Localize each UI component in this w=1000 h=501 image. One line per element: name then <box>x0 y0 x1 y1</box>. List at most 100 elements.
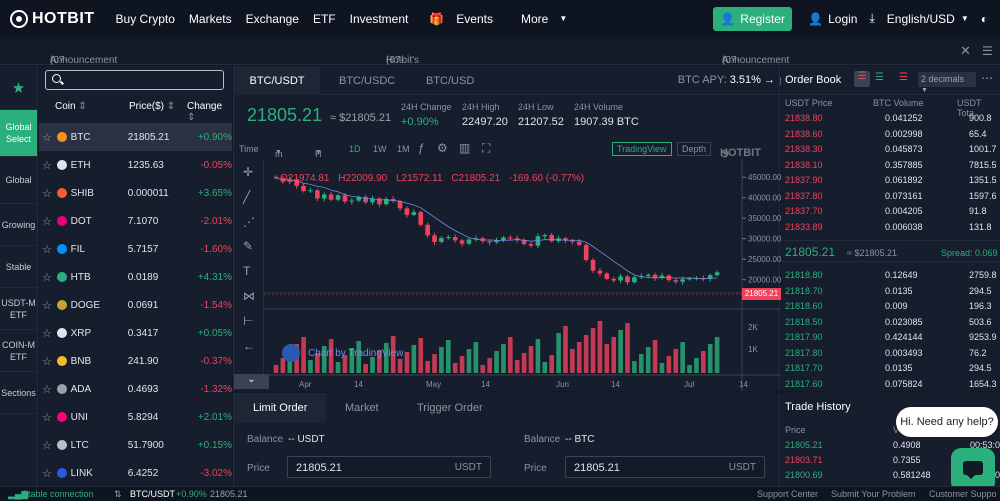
fullscreen-icon[interactable]: ⛶ <box>482 141 490 156</box>
measure-icon[interactable]: ⊢ <box>243 314 253 328</box>
search-input[interactable] <box>45 70 224 90</box>
ask-row[interactable]: 21837.90 0.061892 1351.5 <box>781 175 1000 188</box>
pattern-icon[interactable]: ⋈ <box>243 289 255 303</box>
favorite-star-icon[interactable]: ☆ <box>42 271 56 284</box>
favorite-star-icon[interactable]: ☆ <box>42 187 56 200</box>
sell-price-input[interactable]: 21805.21 USDT <box>565 456 765 478</box>
tab-limit-order[interactable]: Limit Order <box>234 393 327 423</box>
bid-row[interactable]: 21818.60 0.009 196.3 <box>781 301 1000 314</box>
nav-investment[interactable]: Investment <box>350 12 409 26</box>
favorite-star-icon[interactable]: ☆ <box>42 215 56 228</box>
ask-row[interactable]: 21838.80 0.041252 900.8 <box>781 113 1000 126</box>
interval-time[interactable]: Time <box>239 144 259 154</box>
coin-row[interactable]: ☆ DOGE 0.0691 -1.54% <box>39 291 232 319</box>
tab-btc-usdt[interactable]: BTC/USDT <box>234 66 320 95</box>
nav-markets[interactable]: Markets <box>189 12 232 26</box>
sidebar-item-global[interactable]: Global <box>0 157 37 204</box>
favorite-star-icon[interactable]: ☆ <box>42 327 56 340</box>
back-arrow-icon[interactable]: ← <box>243 339 255 353</box>
tab-market[interactable]: Market <box>345 393 379 423</box>
list-icon[interactable]: ☰ <box>982 44 993 58</box>
favorite-star-icon[interactable]: ☆ <box>42 299 56 312</box>
chart-type-icon[interactable]: ▥ <box>459 141 470 155</box>
hotbit-logo[interactable]: HOTBIT <box>10 9 95 28</box>
ask-row[interactable]: 21838.10 0.357885 7815.5 <box>781 160 1000 173</box>
interval-1d[interactable]: 1D <box>349 144 361 154</box>
chat-bubble[interactable]: Hi. Need any help? <box>896 407 998 437</box>
trendline-icon[interactable]: ╱ <box>243 190 250 204</box>
sidebar-item-stable[interactable]: Stable <box>0 246 37 288</box>
fib-icon[interactable]: ⋰ <box>243 215 255 229</box>
coin-row[interactable]: ☆ BTC 21805.21 +0.90% <box>39 123 232 151</box>
sidebar-item-usdt-m-etf[interactable]: USDT-M ETF <box>0 288 37 330</box>
sidebar-item-global-select[interactable]: Global Select <box>0 110 37 157</box>
text-tool-icon[interactable]: T <box>243 264 250 278</box>
footer-submit-problem[interactable]: Submit Your Problem <box>831 489 916 499</box>
nav-exchange[interactable]: Exchange <box>246 12 299 26</box>
view-bids-icon[interactable]: ☰ <box>875 72 884 83</box>
bid-row[interactable]: 21818.70 0.0135 294.5 <box>781 286 1000 299</box>
bid-row[interactable]: 21817.80 0.003493 76.2 <box>781 348 1000 361</box>
tab-btc-usdc[interactable]: BTC/USDC <box>339 66 395 95</box>
nav-events[interactable]: 🎁 Events <box>422 12 500 26</box>
footer-pair[interactable]: BTC/USDT <box>130 489 175 499</box>
col-header-change[interactable]: Change ⇕ <box>187 101 232 123</box>
btc-apy[interactable]: BTC APY: 3.51% → <box>678 74 775 86</box>
coin-row[interactable]: ☆ HTB 0.0189 +4.31% <box>39 263 232 291</box>
tradingview-button[interactable]: TradingView <box>612 142 672 156</box>
coin-row[interactable]: ☆ FIL 5.7157 -1.60% <box>39 235 232 263</box>
view-asks-icon[interactable]: ☰ <box>899 72 908 83</box>
language-selector[interactable]: English/USD ▼ <box>887 12 969 26</box>
close-icon[interactable]: ✕ <box>960 43 971 59</box>
col-header-price[interactable]: Price($) ⇕ <box>129 101 175 112</box>
nav-etf[interactable]: ETF <box>313 12 336 26</box>
buy-price-input[interactable]: 21805.21 USDT <box>287 456 491 478</box>
interval-1m[interactable]: 1M <box>397 144 410 154</box>
favorite-star-icon[interactable]: ☆ <box>42 439 56 452</box>
coin-row[interactable]: ☆ LINK 6.4252 -3.02% <box>39 459 232 487</box>
ask-row[interactable]: 21837.70 0.004205 91.8 <box>781 206 1000 219</box>
theme-toggle-moon-icon[interactable]: ◐ <box>981 12 988 26</box>
coin-row[interactable]: ☆ BNB 241.90 -0.37% <box>39 347 232 375</box>
tab-trigger-order[interactable]: Trigger Order <box>417 393 483 423</box>
nav-more[interactable]: More ▼ <box>514 12 574 26</box>
decimals-select[interactable]: 2 decimals ▼ <box>918 72 976 94</box>
login-button[interactable]: 👤 Login <box>808 12 857 26</box>
ask-row[interactable]: 21833.89 0.006038 131.8 <box>781 222 1000 235</box>
nav-buy-crypto[interactable]: Buy Crypto <box>116 12 175 26</box>
interval-1w[interactable]: 1W <box>373 144 387 154</box>
coin-row[interactable]: ☆ ETH 1235.63 -0.05% <box>39 151 232 179</box>
coin-row[interactable]: ☆ UNI 5.8294 +2.01% <box>39 403 232 431</box>
favorite-star-icon[interactable]: ☆ <box>42 467 56 480</box>
bid-row[interactable]: 21817.60 0.075824 1654.3 <box>781 379 1000 392</box>
ask-row[interactable]: 21838.60 0.002998 65.4 <box>781 129 1000 142</box>
sidebar-item-coin-m-etf[interactable]: COIN-M ETF <box>0 330 37 372</box>
coin-row[interactable]: ☆ ADA 0.4693 -1.32% <box>39 375 232 403</box>
favorite-star-icon[interactable]: ☆ <box>42 383 56 396</box>
crosshair-icon[interactable]: ✛ <box>243 165 253 179</box>
ask-row[interactable]: 21838.30 0.045873 1001.7 <box>781 144 1000 157</box>
bid-row[interactable]: 21817.70 0.0135 294.5 <box>781 363 1000 376</box>
coin-row[interactable]: ☆ SHIB 0.000011 +3.65% <box>39 179 232 207</box>
coin-row[interactable]: ☆ XRP 0.3417 +0.05% <box>39 319 232 347</box>
view-both-icon[interactable]: ☰ <box>854 71 870 87</box>
download-icon[interactable]: ⤓ <box>869 11 874 26</box>
favorite-star-icon[interactable]: ☆ <box>42 159 56 172</box>
favorite-star-icon[interactable]: ☆ <box>42 411 56 424</box>
indicator-icon[interactable]: ƒ <box>418 141 425 155</box>
gear-icon[interactable]: ⚙ <box>437 141 448 155</box>
sidebar-item-growing[interactable]: Growing <box>0 204 37 246</box>
coin-row[interactable]: ☆ LTC 51.7900 +0.15% <box>39 431 232 459</box>
more-options-icon[interactable]: ⋯ <box>981 71 993 85</box>
favorites-star-icon[interactable]: ★ <box>0 66 37 110</box>
register-button[interactable]: 👤 Register <box>713 6 793 31</box>
coin-row[interactable]: ☆ DOT 7.1070 -2.01% <box>39 207 232 235</box>
ask-row[interactable]: 21837.80 0.073161 1597.6 <box>781 191 1000 204</box>
depth-button[interactable]: Depth <box>677 142 712 156</box>
bid-row[interactable]: 21818.80 0.12649 2759.8 <box>781 270 1000 283</box>
collapse-chevron-icon[interactable]: ⌄ <box>234 374 269 389</box>
bid-row[interactable]: 21818.50 0.023085 503.6 <box>781 317 1000 330</box>
chart-area[interactable]: 45000.00 40000.00 35000.00 30000.00 25000.00… <box>234 159 782 391</box>
footer-support-center[interactable]: Support Center <box>757 489 818 499</box>
tab-btc-usd[interactable]: BTC/USD <box>426 66 474 95</box>
